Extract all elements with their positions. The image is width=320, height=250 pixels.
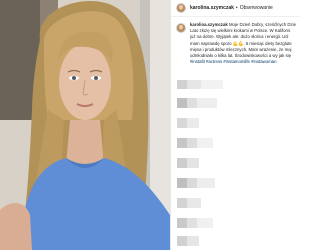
- post-caption: karolina.szymczak Moje Dzień Dobry, sześ…: [171, 17, 300, 65]
- caption-line-3: już na dobre. Wyjątek ale: dużo słońca i…: [190, 34, 289, 40]
- selfie-image: [0, 0, 170, 250]
- header-avatar[interactable]: [176, 3, 186, 13]
- caption-text: karolina.szymczak Moje Dzień Dobry, sześ…: [190, 22, 296, 65]
- caption-avatar[interactable]: [176, 23, 186, 33]
- header-username[interactable]: karolina.szymczak: [190, 5, 234, 11]
- caption-line-4: mam naprawdę sporo 💪💪. 6 miesiąc diety b…: [190, 40, 292, 46]
- post-side-panel: karolina.szymczak • Obserwowanie karolin…: [170, 0, 300, 250]
- following-button[interactable]: Obserwowanie: [240, 5, 273, 11]
- caption-hashtags[interactable]: #instafit #actress #instamomlife #instaw…: [190, 59, 296, 65]
- comments-fade-overlay: [171, 72, 300, 250]
- caption-line-1: Moje Dzień Dobry, sześćlnych Dzie: [228, 22, 296, 27]
- header-separator: •: [235, 5, 238, 11]
- post-photo[interactable]: [0, 0, 170, 250]
- post-header: karolina.szymczak • Obserwowanie: [171, 0, 300, 17]
- caption-username[interactable]: karolina.szymczak: [190, 22, 228, 27]
